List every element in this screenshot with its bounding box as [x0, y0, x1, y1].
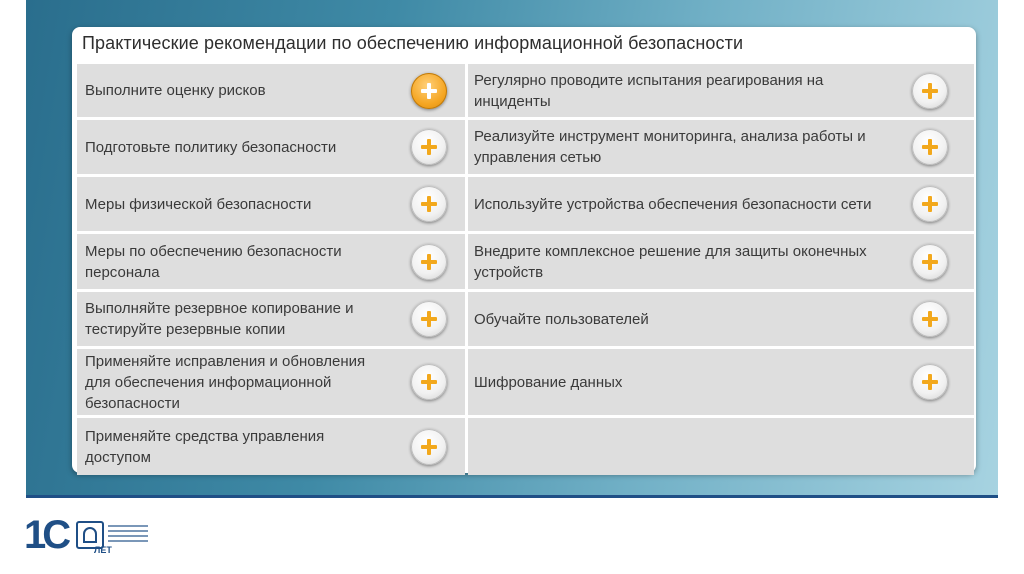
empty-cell [468, 418, 974, 475]
item-label: Меры физической безопасности [85, 195, 312, 213]
expand-button[interactable] [912, 243, 948, 280]
plus-icon [421, 139, 437, 155]
recommendation-item-data-encryption[interactable]: Шифрование данных [468, 349, 974, 415]
logo-digits: 1С [24, 513, 71, 557]
expand-button[interactable] [411, 129, 447, 165]
expand-button[interactable] [912, 72, 948, 109]
recommendation-item-risk-assessment[interactable]: Выполните оценку рисков [77, 64, 465, 117]
expand-button[interactable] [912, 364, 948, 400]
recommendation-item-personnel-security[interactable]: Меры по обеспечению безопасности персона… [77, 234, 465, 289]
logo-years: ЛЕТ [94, 545, 112, 555]
recommendation-item-physical-security[interactable]: Меры физической безопасности [77, 177, 465, 231]
expand-button[interactable] [411, 243, 447, 280]
logo-caption-lines [108, 525, 148, 545]
item-label: Меры по обеспечению безопасности персона… [85, 242, 342, 281]
expand-button[interactable] [411, 364, 447, 400]
recommendations-grid: Выполните оценку рисков Регулярно провод… [77, 64, 974, 475]
item-label: Обучайте пользователей [474, 310, 649, 328]
recommendation-item-patches-updates[interactable]: Применяйте исправления и обновления для … [77, 349, 465, 415]
plus-icon [922, 82, 938, 99]
recommendation-item-endpoint-protection[interactable]: Внедрите комплексное решение для защиты … [468, 234, 974, 289]
plus-icon [922, 139, 938, 155]
recommendation-item-user-training[interactable]: Обучайте пользователей [468, 292, 974, 346]
item-label: Реализуйте инструмент мониторинга, анали… [474, 128, 866, 166]
plus-icon [421, 196, 437, 212]
recommendation-item-backups[interactable]: Выполняйте резервное копирование и тести… [77, 292, 465, 346]
expand-button[interactable] [411, 186, 447, 222]
plus-icon [922, 253, 938, 270]
plus-icon [421, 253, 437, 270]
plus-icon [421, 82, 437, 99]
expand-button[interactable] [912, 186, 948, 222]
item-label: Шифрование данных [474, 373, 623, 391]
recommendation-item-security-policy[interactable]: Подготовьте политику безопасности [77, 120, 465, 174]
item-label: Применяйте средства управления доступом [85, 427, 325, 466]
item-label: Подготовьте политику безопасности [85, 138, 337, 156]
panel-title: Практические рекомендации по обеспечению… [82, 33, 744, 53]
anniversary-logo: 1С ЛЕТ [24, 513, 148, 561]
item-label: Выполняйте резервное копирование и тести… [85, 300, 354, 338]
expand-button[interactable] [411, 301, 447, 337]
plus-icon [922, 311, 938, 327]
expand-button[interactable] [912, 301, 948, 337]
recommendation-item-access-control[interactable]: Применяйте средства управления доступом [77, 418, 465, 475]
item-label: Используйте устройства обеспечения безоп… [474, 195, 872, 213]
plus-icon [922, 374, 938, 390]
plus-icon [922, 196, 938, 212]
expand-button[interactable] [411, 428, 447, 465]
plus-icon [421, 438, 437, 455]
item-label: Регулярно проводите испытания реагирован… [474, 71, 824, 110]
expand-button[interactable] [411, 72, 447, 109]
item-label: Внедрите комплексное решение для защиты … [474, 242, 867, 281]
expand-button[interactable] [912, 129, 948, 165]
recommendation-item-network-monitoring[interactable]: Реализуйте инструмент мониторинга, анали… [468, 120, 974, 174]
recommendation-item-network-security-devices[interactable]: Используйте устройства обеспечения безоп… [468, 177, 974, 231]
recommendation-item-incident-response[interactable]: Регулярно проводите испытания реагирован… [468, 64, 974, 117]
plus-icon [421, 311, 437, 327]
item-label: Выполните оценку рисков [85, 82, 266, 99]
item-label: Применяйте исправления и обновления для … [85, 352, 366, 412]
recommendations-panel: Практические рекомендации по обеспечению… [72, 27, 976, 475]
plus-icon [421, 374, 437, 390]
